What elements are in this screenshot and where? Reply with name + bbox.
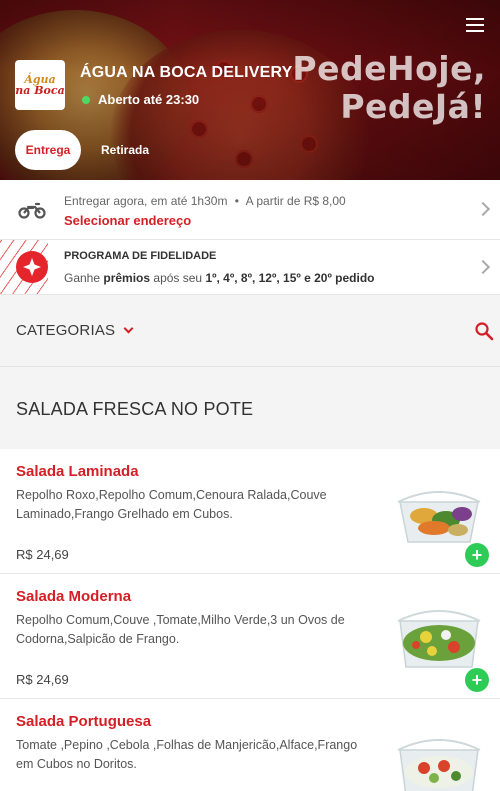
search-icon[interactable]: [474, 321, 494, 341]
motorcycle-icon: [16, 194, 48, 226]
hamburger-menu-icon[interactable]: [466, 18, 484, 32]
product-image: [394, 599, 484, 674]
slogan-line-1: PedeHoje,: [292, 49, 486, 88]
store-name: ÁGUA NA BOCA DELIVERY: [80, 64, 293, 81]
categories-label: CATEGORIAS: [16, 322, 116, 339]
chevron-right-icon: [475, 201, 491, 217]
chevron-down-icon: [123, 323, 134, 334]
page: PedeHoje, PedeJá! Água na Boca ÁGUA NA B…: [0, 0, 500, 791]
delivery-info-row[interactable]: Entregar agora, em até 1h30m • A partir …: [0, 180, 500, 240]
loyalty-orders: 1º, 4º, 8º, 12º, 15º e 20º pedido: [205, 271, 375, 285]
categories-dropdown[interactable]: CATEGORIAS: [16, 322, 134, 339]
add-to-cart-button[interactable]: +: [465, 543, 489, 567]
logo-text-2: na Boca: [15, 84, 65, 97]
product-price: R$ 24,69: [16, 547, 69, 562]
delivery-eta: Entregar agora, em até 1h30m • A partir …: [64, 194, 346, 208]
product-description: Repolho Comum,Couve ,Tomate,Milho Verde,…: [16, 613, 345, 646]
slogan-line-2: PedeJá!: [340, 87, 486, 126]
product-card[interactable]: Salada Laminada Repolho Roxo,Repolho Com…: [0, 449, 500, 574]
product-card[interactable]: Salada Moderna Repolho Comum,Couve ,Toma…: [0, 574, 500, 699]
loyalty-text-bold: prêmios: [103, 271, 151, 285]
pickup-mode-button[interactable]: Retirada: [94, 130, 156, 170]
delivery-mode-button[interactable]: Entrega: [15, 130, 81, 170]
product-name: Salada Moderna: [16, 588, 132, 605]
product-name: Salada Portuguesa: [16, 713, 152, 730]
loyalty-title: PROGRAMA DE FIDELIDADE: [64, 250, 217, 262]
open-status-dot-icon: [82, 95, 90, 104]
delivery-eta-label: Entregar agora,: [64, 194, 148, 208]
store-status-text: Aberto até 23:30: [98, 92, 200, 107]
banner-slogan: PedeHoje, PedeJá!: [292, 50, 486, 126]
store-logo: Água na Boca: [15, 60, 65, 110]
product-name: Salada Laminada: [16, 463, 139, 480]
product-card[interactable]: Salada Portuguesa Tomate ,Pepino ,Cebola…: [0, 699, 500, 791]
categories-bar: CATEGORIAS: [0, 295, 500, 367]
separator-dot: •: [234, 194, 239, 208]
loyalty-text-mid: após seu: [153, 271, 203, 285]
product-price: R$ 24,69: [16, 672, 69, 687]
add-to-cart-button[interactable]: +: [465, 668, 489, 692]
delivery-eta-detail: em até 1h30m: [150, 194, 228, 208]
chevron-right-icon: [475, 259, 491, 275]
store-header: PedeHoje, PedeJá! Água na Boca ÁGUA NA B…: [0, 0, 500, 180]
product-description: Tomate ,Pepino ,Cebola ,Folhas de Manjer…: [16, 738, 358, 771]
store-status: Aberto até 23:30: [82, 92, 199, 107]
loyalty-description: Ganhe prêmios após seu 1º, 4º, 8º, 12º, …: [64, 271, 375, 285]
select-address-link[interactable]: Selecionar endereço: [64, 213, 191, 228]
product-description: Repolho Roxo,Repolho Comum,Cenoura Ralad…: [16, 488, 327, 521]
loyalty-program-row[interactable]: PROGRAMA DE FIDELIDADE Ganhe prêmios apó…: [0, 240, 500, 295]
delivery-min-price: A partir de R$ 8,00: [245, 194, 346, 208]
product-image: [394, 474, 484, 549]
star-badge-icon: [16, 251, 48, 283]
loyalty-text-prefix: Ganhe: [64, 271, 101, 285]
loyalty-icon-wrap: [16, 251, 48, 283]
product-image: [394, 724, 484, 791]
section-title: SALADA FRESCA NO POTE: [0, 367, 500, 449]
